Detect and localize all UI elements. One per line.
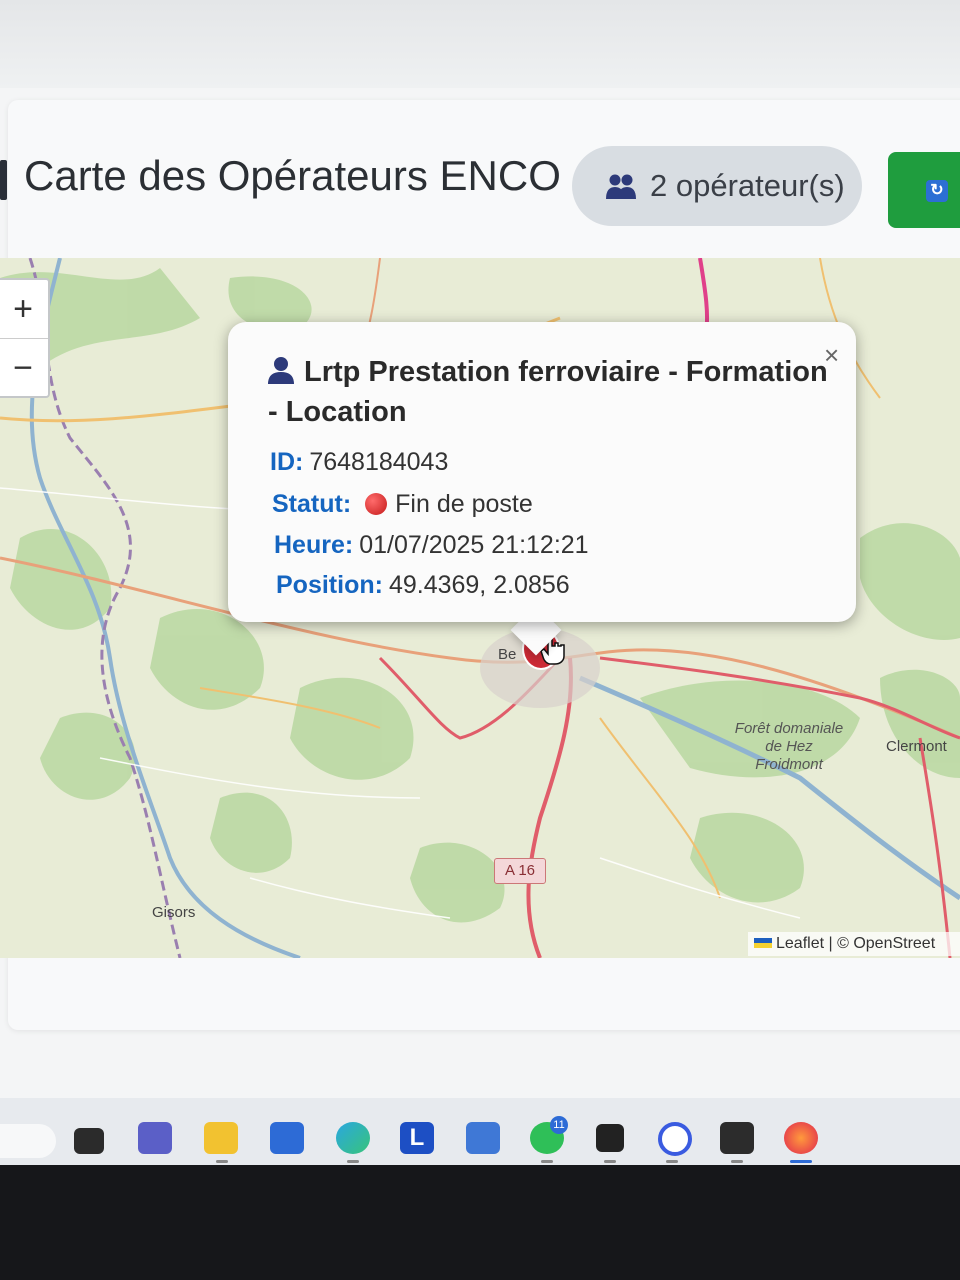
page-title: Carte des Opérateurs ENCO <box>24 152 561 199</box>
status-red-dot-icon <box>365 493 388 515</box>
whatsapp-indicator <box>541 1160 553 1163</box>
app-dark-icon[interactable] <box>596 1124 624 1152</box>
zoom-control: + − <box>0 278 50 398</box>
file-explorer-indicator <box>216 1160 228 1163</box>
popup-title: Lrtp Prestation ferroviaire - Formation … <box>268 352 828 432</box>
popup-time-label: Heure: <box>274 531 354 559</box>
popup-id-value: 7648184043 <box>309 448 449 476</box>
popup-position-label: Position: <box>276 571 383 599</box>
popup-position-value: 49.4369, 2.0856 <box>388 571 570 599</box>
file-explorer-icon[interactable] <box>204 1122 238 1154</box>
teams-icon[interactable] <box>138 1122 172 1154</box>
app-ring-icon[interactable] <box>658 1122 692 1156</box>
header-accent <box>0 160 7 200</box>
whatsapp-badge: 11 <box>550 1116 568 1134</box>
app-editor-icon[interactable] <box>466 1122 500 1154</box>
app-dark-indicator <box>604 1160 616 1163</box>
popup-time-value: 01/07/2025 21:12:21 <box>359 531 589 559</box>
popup-position-row: Position: 49.4369, 2.0856 <box>276 571 570 600</box>
app-l-icon[interactable]: L <box>400 1122 434 1154</box>
screen: Carte des Opérateurs ENCO 2 opérateur(s)… <box>0 0 960 1165</box>
popup-title-text: Lrtp Prestation ferroviaire - Formation … <box>268 356 828 428</box>
monitor-bezel <box>0 1165 960 1280</box>
popup-status-value: Fin de poste <box>395 490 533 518</box>
attribution-text[interactable]: Leaflet | © OpenStreet <box>776 935 935 952</box>
map-label-forest-line2: de Hez <box>765 738 813 755</box>
refresh-button[interactable]: ↻ <box>888 152 960 228</box>
task-view-icon[interactable] <box>74 1128 104 1154</box>
firefox-icon[interactable] <box>784 1122 818 1154</box>
map-attribution: Leaflet | © OpenStreet <box>748 932 960 956</box>
popup-status-row: Statut: Fin de poste <box>272 490 533 519</box>
zoom-in-button[interactable]: + <box>0 280 48 338</box>
popup-status-label: Statut: <box>272 490 352 518</box>
popup-id-label: ID: <box>270 448 304 476</box>
person-icon <box>268 357 294 384</box>
users-icon <box>606 174 636 199</box>
road-shield-a16: A 16 <box>494 858 546 884</box>
app-ring-indicator <box>666 1160 678 1163</box>
store-icon[interactable] <box>270 1122 304 1154</box>
map-label-forest: Forêt domaniale de Hez Froidmont <box>724 720 854 774</box>
refresh-icon: ↻ <box>926 180 948 202</box>
map-label-forest-line3: Froidmont <box>755 756 823 773</box>
map-label-gisors: Gisors <box>152 904 196 921</box>
browser-top-area <box>0 0 960 88</box>
ukraine-flag-icon <box>754 938 772 948</box>
operator-count-text: 2 opérateur(s) <box>650 168 845 203</box>
popup-id-row: ID: 7648184043 <box>270 448 448 477</box>
taskbar-search[interactable] <box>0 1124 56 1158</box>
terminal-icon[interactable] <box>720 1122 754 1154</box>
map-label-forest-line1: Forêt domaniale <box>734 720 844 737</box>
map-label-clermont: Clermont <box>886 738 947 755</box>
firefox-active-indicator <box>790 1160 812 1163</box>
zoom-out-button[interactable]: − <box>0 338 48 397</box>
edge-indicator <box>347 1160 359 1163</box>
operator-count-badge: 2 opérateur(s) <box>572 146 862 226</box>
popup-time-row: Heure: 01/07/2025 21:12:21 <box>274 531 589 560</box>
map-label-city: Be <box>498 646 517 663</box>
edge-icon[interactable] <box>336 1122 370 1154</box>
terminal-indicator <box>731 1160 743 1163</box>
